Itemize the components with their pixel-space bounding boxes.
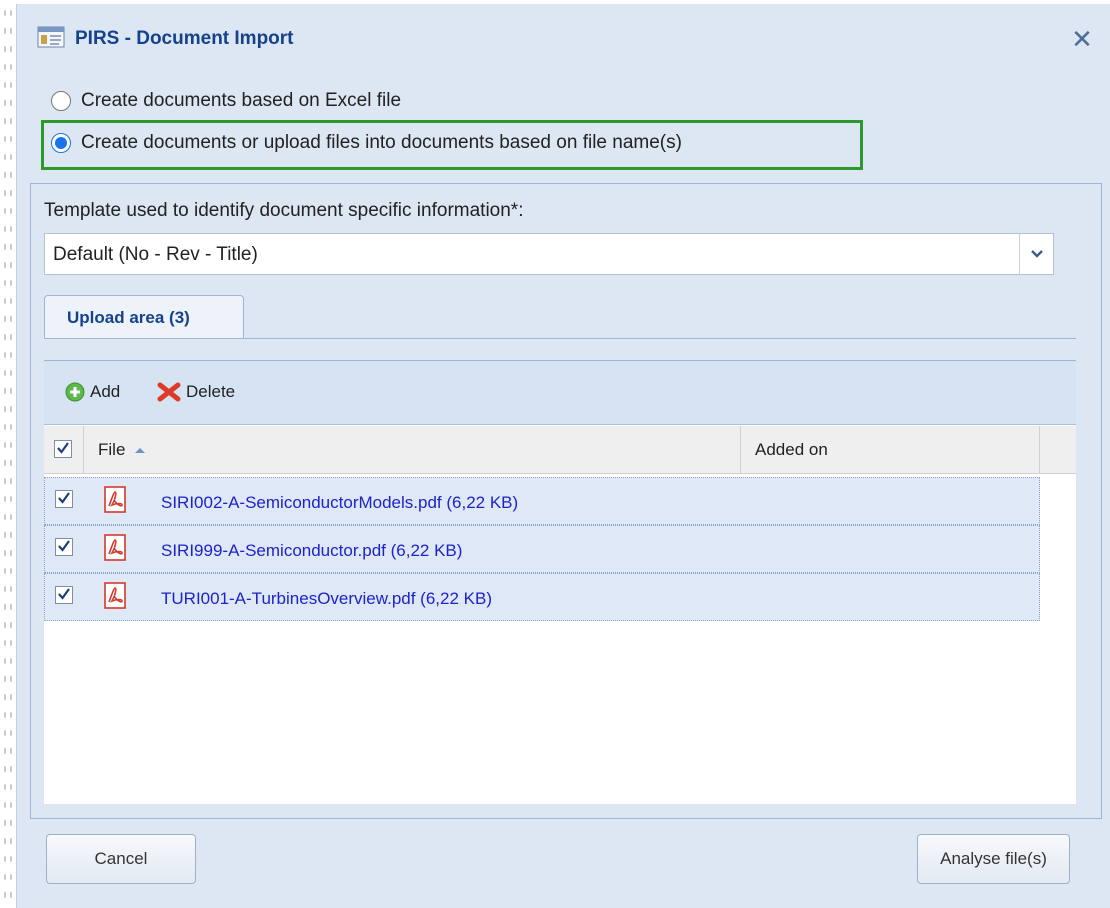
row-checkbox[interactable] [55,538,73,556]
add-icon [65,382,85,402]
radio-option-excel[interactable]: Create documents based on Excel file [51,90,401,112]
file-link[interactable]: TURI001-A-TurbinesOverview.pdf (6,22 KB) [161,589,492,609]
background-dotted-edge [0,0,12,908]
tab-upload-area-label: Upload area (3) [67,308,190,327]
file-link[interactable]: SIRI002-A-SemiconductorModels.pdf (6,22 … [161,493,518,513]
upload-file-grid: Add Delete File Added on SIRI002-A-Semic… [44,360,1076,804]
grid-header: File Added on [44,426,1076,474]
grid-toolbar: Add Delete [44,361,1076,425]
radio-button-file-names[interactable] [51,133,71,153]
column-header-added-on[interactable]: Added on [740,426,1040,474]
pdf-file-icon [103,582,129,615]
add-label: Add [90,382,121,401]
row-checkbox[interactable] [55,490,73,508]
dialog-titlebar: PIRS - Document Import ✕ [17,4,1110,74]
file-link[interactable]: SIRI999-A-Semiconductor.pdf (6,22 KB) [161,541,462,561]
table-row[interactable]: TURI001-A-TurbinesOverview.pdf (6,22 KB) [44,573,1040,621]
column-header-added-on-label: Added on [755,440,828,459]
template-select-value: Default (No - Rev - Title) [53,244,258,265]
select-all-checkbox[interactable] [54,440,72,458]
template-select[interactable]: Default (No - Rev - Title) [44,233,1054,275]
pdf-file-icon [103,534,129,567]
column-header-file-label: File [98,440,126,459]
tab-upload-area[interactable]: Upload area (3) [44,295,244,339]
radio-label-file-names: Create documents or upload files into do… [81,132,682,153]
close-icon[interactable]: ✕ [1070,26,1094,52]
template-label: Template used to identify document speci… [44,200,524,221]
column-header-file[interactable]: File [98,440,147,460]
add-button[interactable]: Add [64,381,120,403]
delete-icon [157,382,181,402]
pdf-file-icon [103,486,129,519]
cancel-button[interactable]: Cancel [46,834,196,884]
dialog-title: PIRS - Document Import [75,28,294,49]
window-app-icon [37,26,65,48]
row-checkbox[interactable] [55,586,73,604]
table-row[interactable]: SIRI002-A-SemiconductorModels.pdf (6,22 … [44,477,1040,525]
radio-label-excel: Create documents based on Excel file [81,90,402,111]
analyse-files-button[interactable]: Analyse file(s) [917,834,1070,884]
table-row[interactable]: SIRI999-A-Semiconductor.pdf (6,22 KB) [44,525,1040,573]
delete-button[interactable]: Delete [156,381,235,403]
delete-label: Delete [186,382,236,401]
header-checkbox-cell [44,426,84,474]
radio-option-file-names[interactable]: Create documents or upload files into do… [51,132,682,154]
chevron-down-icon[interactable] [1019,234,1053,274]
radio-button-excel[interactable] [51,91,71,111]
tab-strip-divider [44,338,1076,339]
sort-ascending-icon [135,448,146,453]
